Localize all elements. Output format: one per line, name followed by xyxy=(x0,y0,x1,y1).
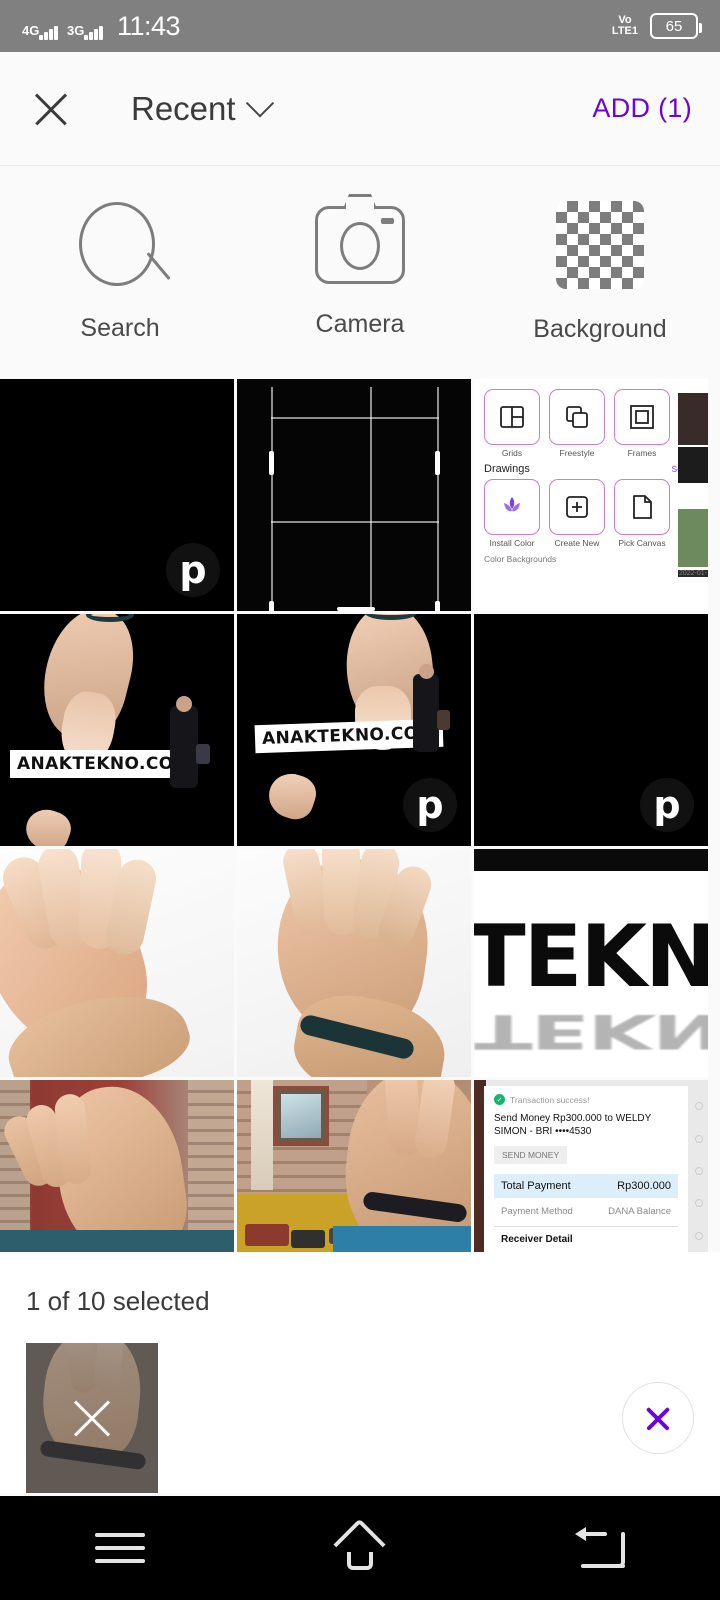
home-button[interactable] xyxy=(300,1496,420,1600)
clear-all-button[interactable] xyxy=(622,1382,694,1454)
photo-thumbnail[interactable] xyxy=(0,849,234,1077)
layers-icon xyxy=(549,389,605,445)
recents-button[interactable] xyxy=(60,1496,180,1600)
editor-tiles-row-2: Install Color Create New Pick Canvas xyxy=(484,479,708,548)
document-icon xyxy=(614,479,670,535)
receipt-card: ✓ Transaction success! Send Money Rp300.… xyxy=(484,1086,688,1252)
remove-selection-icon[interactable] xyxy=(68,1394,116,1442)
receipt-receiver-label: Receiver Detail xyxy=(494,1226,678,1245)
editor-tile: Grids xyxy=(484,389,540,458)
selection-row xyxy=(26,1343,694,1493)
back-icon xyxy=(575,1527,625,1568)
back-button[interactable] xyxy=(540,1496,660,1600)
selected-thumbnail[interactable] xyxy=(26,1343,158,1493)
editor-tile: Install Color xyxy=(484,479,540,548)
photo-picker-screen: 4G 3G 11:43 Vo LTE1 65 Recent ADD (1) Se… xyxy=(0,0,720,1600)
checkerboard-icon xyxy=(556,201,644,289)
add-button[interactable]: ADD (1) xyxy=(592,93,692,124)
picker-header: Recent ADD (1) xyxy=(0,52,720,166)
close-icon[interactable] xyxy=(28,86,74,132)
home-icon xyxy=(333,1518,386,1571)
action-camera[interactable]: Camera xyxy=(240,166,480,379)
photo-thumbnail[interactable] xyxy=(237,849,471,1077)
photo-thumbnail[interactable]: p xyxy=(474,614,708,846)
action-search-label: Search xyxy=(80,314,160,342)
editor-tiles-row-1: Grids Freestyle Frames xyxy=(484,389,708,458)
signal-4g-icon: 4G xyxy=(22,22,58,40)
status-bar-left: 4G 3G 11:43 xyxy=(22,10,181,41)
status-bar: 4G 3G 11:43 Vo LTE1 65 xyxy=(0,0,720,52)
action-camera-label: Camera xyxy=(315,310,405,338)
editor-tile: Pick Canvas xyxy=(614,479,670,548)
editor-tile: Freestyle xyxy=(549,389,605,458)
editor-tile: Create New xyxy=(549,479,605,548)
photo-thumbnail[interactable]: p xyxy=(0,379,234,611)
tekn-reflection: TEKN xyxy=(474,1003,708,1059)
selection-count: 1 of 10 selected xyxy=(26,1286,210,1316)
photo-thumbnail[interactable] xyxy=(237,1080,471,1252)
receipt-method-row: Payment Method DANA Balance xyxy=(501,1206,671,1217)
action-background-label: Background xyxy=(533,315,667,343)
editor-side-previews: 2022-01- xyxy=(678,393,708,577)
grid-layout-icon xyxy=(484,389,540,445)
receipt-side-dots xyxy=(693,1090,705,1252)
editor-section-header: Drawings See All xyxy=(484,463,698,475)
search-icon xyxy=(77,202,171,288)
picsart-badge-icon: p xyxy=(403,778,457,832)
receipt-status: ✓ Transaction success! xyxy=(494,1094,678,1105)
network-type-2: 3G xyxy=(67,22,85,38)
battery-level: 65 xyxy=(665,17,683,35)
photo-thumbnail[interactable] xyxy=(237,379,471,611)
lotus-icon xyxy=(484,479,540,535)
plus-box-icon xyxy=(549,479,605,535)
battery-icon: 65 xyxy=(650,13,702,39)
action-search[interactable]: Search xyxy=(0,166,240,379)
picsart-badge-icon: p xyxy=(166,543,220,597)
network-type-1: 4G xyxy=(22,22,40,38)
photo-thumbnail[interactable]: TEKN TEKN xyxy=(474,849,708,1077)
status-bar-clock: 11:43 xyxy=(117,10,181,41)
photo-grid: p Grids Freestyle Frames Drawings Instal… xyxy=(0,379,720,1252)
editor-footer-text: Color Backgrounds xyxy=(484,554,557,564)
camera-icon xyxy=(315,194,405,284)
photo-thumbnail[interactable] xyxy=(0,1080,234,1252)
photo-thumbnail[interactable]: ANAKTEKNO.COM xyxy=(0,614,234,846)
receipt-tag: SEND MONEY xyxy=(494,1146,568,1164)
picsart-badge-icon: p xyxy=(640,778,694,832)
tekn-text: TEKN xyxy=(474,907,708,1007)
action-background[interactable]: Background xyxy=(480,166,720,379)
receipt-total-row: Total Payment Rp300.000 xyxy=(494,1174,678,1198)
status-bar-right: Vo LTE1 65 xyxy=(611,13,702,39)
photo-thumbnail[interactable]: ANAKTEKNO.COM p xyxy=(237,614,471,846)
quick-actions-row: Search Camera Background xyxy=(0,166,720,379)
chevron-down-icon xyxy=(245,88,274,117)
android-nav-bar xyxy=(0,1496,720,1600)
page-title: Recent xyxy=(131,89,236,127)
editor-tile: Frames xyxy=(614,389,670,458)
selection-bar: 1 of 10 selected xyxy=(0,1252,720,1493)
volte-icon: Vo LTE1 xyxy=(611,14,638,37)
receipt-description: Send Money Rp300.000 to WELDY SIMON - BR… xyxy=(494,1113,652,1137)
check-icon: ✓ xyxy=(494,1094,505,1105)
frame-icon xyxy=(614,389,670,445)
photo-thumbnail[interactable]: ✓ Transaction success! Send Money Rp300.… xyxy=(474,1080,708,1252)
photo-thumbnail[interactable]: Grids Freestyle Frames Drawings See xyxy=(474,379,708,611)
menu-icon xyxy=(95,1524,145,1572)
album-selector[interactable]: Recent xyxy=(131,88,274,128)
signal-3g-icon: 3G xyxy=(67,22,103,40)
